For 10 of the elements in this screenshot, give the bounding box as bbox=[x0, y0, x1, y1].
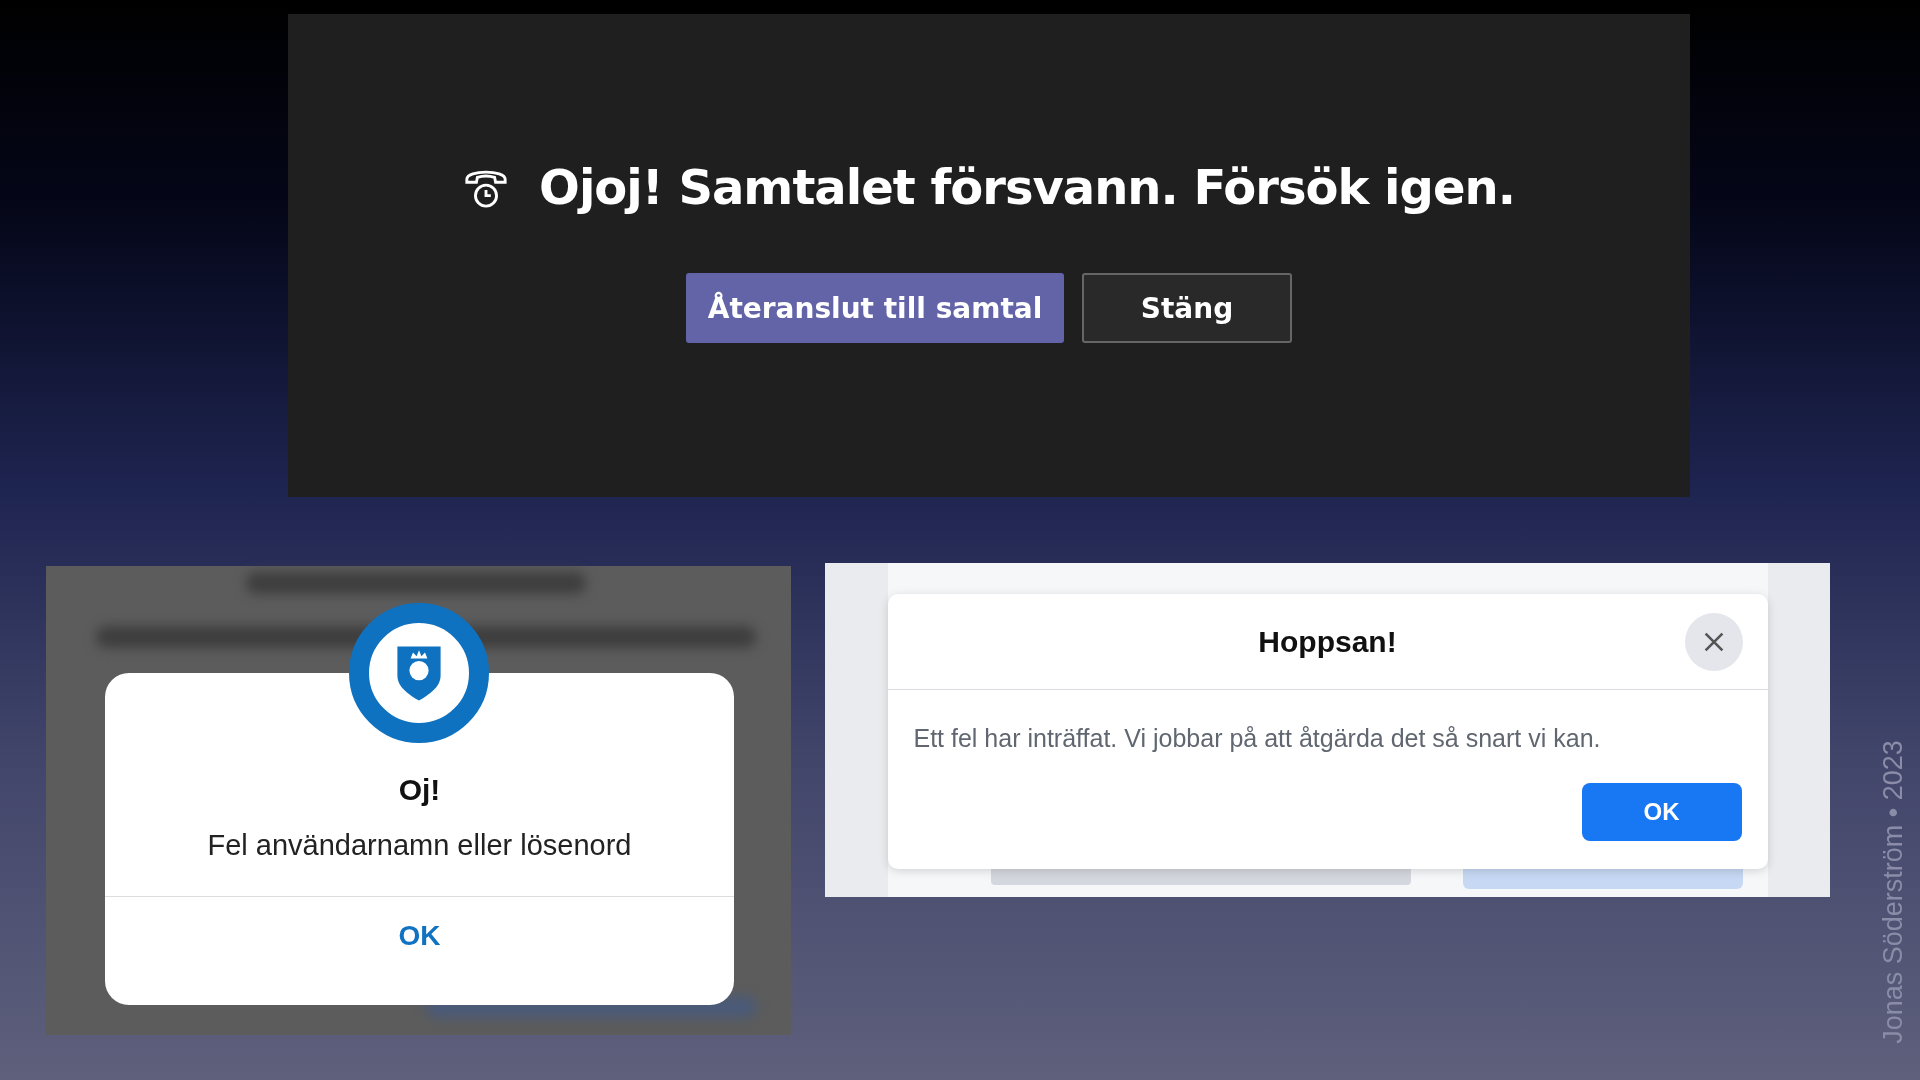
dialog-message: Ett fel har inträffat. Vi jobbar på att åtgärda det så snart vi kan. bbox=[912, 723, 1602, 753]
ok-button[interactable]: OK bbox=[1581, 783, 1742, 841]
rejoin-button[interactable]: Återanslut till samtal bbox=[686, 273, 1064, 343]
call-error-title: Ojoj! Samtalet försvann. Försök igen. bbox=[539, 159, 1515, 215]
dialog-title: Hoppsan! bbox=[1258, 624, 1397, 659]
dialog-title: Oj! bbox=[398, 773, 441, 807]
dialog-message: Fel användarnamn eller lösenord bbox=[207, 829, 632, 862]
close-button[interactable]: Stäng bbox=[1082, 273, 1292, 343]
ok-button[interactable]: OK bbox=[392, 919, 447, 953]
shield-icon bbox=[395, 644, 443, 702]
